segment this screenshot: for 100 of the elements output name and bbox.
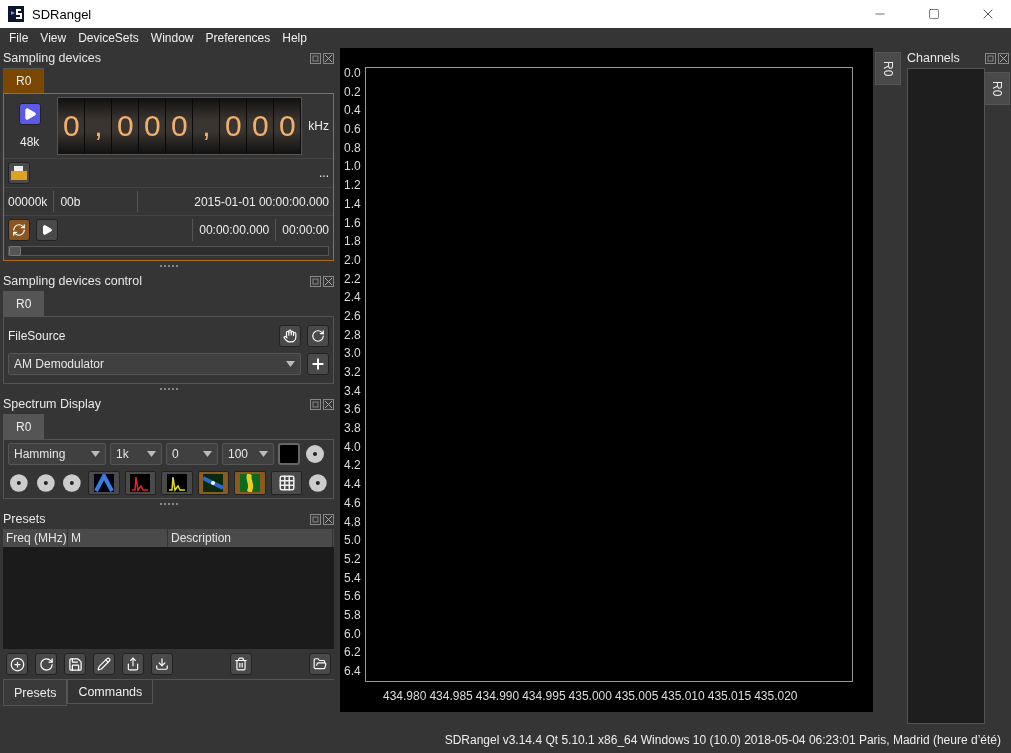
play-button[interactable] (36, 219, 58, 241)
app-logo-icon (8, 6, 24, 22)
float-icon[interactable] (310, 52, 321, 64)
time-tick-label: 0.8 (344, 141, 362, 155)
elapsed-time: 00:00:00.000 (199, 223, 270, 237)
play-icon (22, 107, 37, 121)
close-icon[interactable] (323, 52, 334, 64)
time-tick-label: 2.8 (344, 328, 362, 342)
caret-icon (286, 361, 295, 367)
dropdown[interactable]: Hamming (8, 443, 106, 465)
frequency-tick-label: 435.005 (614, 690, 659, 705)
knob-icon[interactable] (307, 472, 329, 494)
time-tick-label: 0.0 (344, 67, 362, 80)
waterfall-icon (203, 474, 224, 492)
loop-button[interactable] (8, 219, 30, 241)
save-icon (67, 656, 83, 672)
start-time: 2015-01-01 00:00:00.000 (194, 194, 329, 209)
float-icon[interactable] (310, 513, 321, 525)
position-slider[interactable] (8, 246, 329, 256)
menu-item[interactable]: DeviceSets (73, 31, 144, 45)
grid-icon (277, 474, 296, 492)
display-mode-button[interactable] (270, 471, 303, 495)
slider-thumb[interactable] (9, 246, 21, 256)
time-tick-label: 2.0 (344, 253, 362, 267)
menu-item[interactable]: View (35, 31, 72, 45)
import-button[interactable] (151, 653, 173, 675)
menu-item[interactable]: Window (145, 31, 199, 45)
plus-icon (310, 356, 326, 372)
tab[interactable]: Presets (3, 680, 68, 706)
menu-item[interactable]: Preferences (200, 31, 276, 45)
time-tick-label: 4.6 (344, 496, 362, 510)
float-icon[interactable] (310, 275, 321, 287)
close-icon[interactable] (323, 398, 334, 410)
time-tick-label: 5.4 (344, 571, 362, 585)
time-tick-label: 5.8 (344, 608, 362, 622)
close-icon[interactable] (998, 52, 1009, 64)
file-bits: 00b (60, 194, 81, 209)
display-mode-button[interactable] (161, 471, 193, 495)
dropdown[interactable]: AM Demodulator (8, 353, 301, 375)
add-preset-button[interactable] (6, 653, 28, 675)
vertical-tab[interactable]: R0 (875, 52, 901, 86)
reload-button[interactable] (307, 325, 329, 347)
float-icon[interactable] (310, 398, 321, 410)
knob-icon[interactable] (34, 472, 57, 494)
open-file-button[interactable] (8, 162, 30, 184)
delete-button[interactable] (230, 653, 252, 675)
time-tick-label: 4.2 (344, 459, 362, 473)
time-tick-label: 3.4 (344, 384, 362, 398)
close-icon[interactable] (323, 513, 334, 525)
dock-title: Sampling devices control (3, 274, 142, 288)
frequency-dial[interactable]: 0 , 0 0 0 , 0 0 0 (57, 97, 303, 155)
tab[interactable]: Commands (67, 680, 154, 704)
export-icon (126, 657, 140, 671)
frequency-tick-label: 434.980 (383, 690, 427, 705)
float-icon[interactable] (985, 52, 996, 64)
dock-title: Presets (3, 512, 46, 526)
caret-icon (259, 451, 268, 457)
time-tick-label: 6.0 (344, 627, 362, 641)
color-swatch[interactable] (278, 443, 300, 465)
dropdown[interactable]: 1k (110, 443, 162, 465)
menu-item[interactable]: File (4, 31, 34, 45)
play-icon (41, 224, 53, 236)
display-mode-button[interactable] (234, 471, 266, 495)
tab[interactable]: R0 (3, 291, 45, 316)
max-hold-trace-icon (130, 474, 151, 492)
time-tick-label: 6.2 (344, 646, 362, 660)
caret-icon (203, 451, 212, 457)
add-channel-button[interactable] (307, 353, 329, 375)
time-tick-label: 5.2 (344, 552, 362, 566)
play-button[interactable] (18, 103, 41, 125)
update-preset-button[interactable] (35, 653, 57, 675)
maximize-icon (928, 8, 940, 20)
load-button[interactable] (309, 653, 331, 675)
dock-title: Spectrum Display (3, 397, 101, 411)
more-button[interactable]: ... (319, 166, 329, 180)
dropdown[interactable]: 0 (166, 443, 218, 465)
knob-icon[interactable] (61, 472, 83, 494)
sample-rate: 48k (20, 135, 40, 149)
select-button[interactable] (279, 325, 301, 347)
close-icon[interactable] (323, 275, 334, 287)
tab[interactable]: R0 (3, 68, 45, 93)
spectrum-icon (93, 474, 114, 492)
edit-button[interactable] (93, 653, 115, 675)
save-button[interactable] (64, 653, 86, 675)
export-button[interactable] (122, 653, 144, 675)
time-tick-label: 0.6 (344, 123, 362, 137)
dropdown[interactable]: 100 (222, 443, 274, 465)
status-text: SDRangel v3.14.4 Qt 5.10.1 x86_64 Windows 10 (10.0) 2018-05-04 06:23:01 Paris, Madrid (heure d’été) (444, 733, 1001, 747)
time-tick-label: 3.6 (344, 403, 362, 417)
menu-item[interactable]: Help (277, 31, 312, 45)
vertical-tab[interactable]: R0 (984, 72, 1010, 106)
import-icon (155, 657, 169, 671)
time-tick-label: 0.2 (344, 85, 362, 99)
tab[interactable]: R0 (3, 414, 45, 439)
frequency-tick-label: 435.015 (707, 690, 752, 705)
device-name: FileSource (8, 329, 66, 343)
knob-icon[interactable] (304, 443, 326, 465)
knob-icon[interactable] (8, 472, 30, 494)
spectrum-trace-icon (166, 474, 187, 492)
time-tick-label: 3.2 (344, 366, 362, 379)
